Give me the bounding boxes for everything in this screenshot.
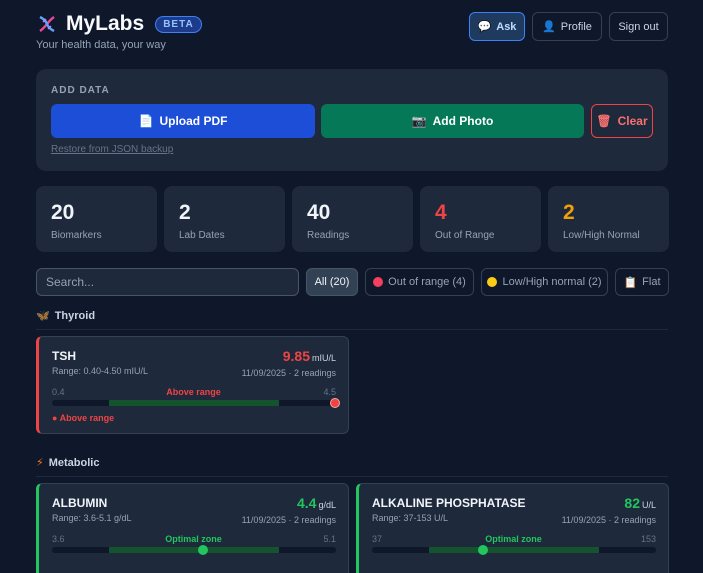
restore-json-link[interactable]: Restore from JSON backup bbox=[51, 144, 173, 155]
add-data-panel: ADD DATA 📄 Upload PDF 📷 Add Photo 🗑 Clea… bbox=[36, 69, 668, 171]
section-header-thyroid: 🦋 Thyroid bbox=[36, 309, 668, 330]
reference-range: Range: 0.40-4.50 mIU/L bbox=[52, 366, 149, 376]
stat-label: Out of Range bbox=[435, 230, 495, 241]
range-track bbox=[52, 545, 336, 555]
filter-bar: All (20) Out of range (4) Low/High norma… bbox=[36, 268, 669, 296]
clear-button[interactable]: 🗑 Clear bbox=[591, 104, 653, 138]
value-unit: g/dL bbox=[318, 500, 336, 510]
beta-badge: BETA bbox=[155, 15, 202, 33]
value-number: 82 bbox=[624, 495, 640, 511]
value-marker bbox=[477, 545, 488, 555]
stat-readings: 40 Readings bbox=[292, 186, 413, 252]
stat-value: 2 bbox=[179, 201, 191, 224]
stat-biomarkers: 20 Biomarkers bbox=[36, 186, 157, 252]
stat-low-high-normal: 2 Low/High Normal bbox=[548, 186, 669, 252]
red-dot-icon bbox=[373, 277, 384, 287]
filter-out-of-range-chip[interactable]: Out of range (4) bbox=[365, 268, 474, 296]
biomarker-value: 9.85 mIU/L bbox=[283, 348, 336, 364]
biomarker-name: ALKALINE PHOSPHATASE bbox=[372, 496, 526, 510]
range-min: 0.4 bbox=[52, 387, 65, 397]
value-unit: mIU/L bbox=[311, 353, 336, 363]
reading-date: 11/09/2025 · 2 readings bbox=[241, 515, 336, 525]
chip-label: Flat bbox=[642, 276, 661, 288]
yellow-dot-icon bbox=[487, 277, 498, 287]
add-photo-button[interactable]: 📷 Add Photo bbox=[321, 104, 584, 138]
clear-label: Clear bbox=[617, 114, 648, 128]
stat-label: Biomarkers bbox=[51, 230, 102, 241]
biomarker-name: TSH bbox=[52, 349, 76, 363]
biomarker-name: ALBUMIN bbox=[52, 496, 108, 510]
stats-row: 20 Biomarkers 2 Lab Dates 40 Readings 4 … bbox=[36, 186, 669, 252]
butterfly-icon: 🦋 bbox=[36, 310, 50, 322]
value-marker bbox=[330, 398, 340, 408]
value-unit: U/L bbox=[641, 500, 656, 510]
range-track bbox=[372, 545, 656, 555]
upload-pdf-button[interactable]: 📄 Upload PDF bbox=[51, 104, 315, 138]
upload-pdf-label: Upload PDF bbox=[159, 114, 228, 128]
optimal-band bbox=[428, 547, 600, 553]
value-number: 9.85 bbox=[282, 348, 310, 364]
lightning-icon: ⚡ bbox=[36, 457, 44, 469]
stat-value: 2 bbox=[563, 201, 575, 224]
optimal-band bbox=[108, 400, 280, 406]
chip-label: Low/High normal (2) bbox=[502, 276, 602, 288]
header: MyLabs BETA Your health data, your way 💬… bbox=[36, 12, 668, 56]
stat-out-of-range: 4 Out of Range bbox=[420, 186, 541, 252]
dna-icon bbox=[36, 13, 58, 35]
range-track bbox=[52, 398, 340, 408]
range-min: 37 bbox=[372, 534, 383, 544]
section-title: Thyroid bbox=[54, 309, 96, 322]
search-input[interactable] bbox=[36, 268, 299, 296]
range-min: 3.6 bbox=[52, 534, 65, 544]
reading-date: 11/09/2025 · 2 readings bbox=[241, 368, 336, 378]
stat-lab-dates: 2 Lab Dates bbox=[164, 186, 285, 252]
stat-value: 4 bbox=[435, 201, 447, 224]
chip-label: Out of range (4) bbox=[388, 276, 466, 288]
biomarker-card-tsh[interactable]: TSH Range: 0.40-4.50 mIU/L 9.85 mIU/L 11/… bbox=[36, 336, 349, 434]
stat-label: Low/High Normal bbox=[563, 230, 640, 241]
profile-label: Profile bbox=[560, 20, 592, 33]
filter-all-chip[interactable]: All (20) bbox=[306, 268, 358, 296]
header-actions: 💬 Ask 👤 Profile Sign out bbox=[469, 12, 668, 41]
ask-label: Ask bbox=[496, 20, 517, 33]
section-title: Metabolic bbox=[48, 456, 100, 469]
filter-flat-chip[interactable]: 📋 Flat bbox=[615, 268, 669, 296]
range-max: 153 bbox=[640, 534, 656, 544]
app-title: MyLabs bbox=[66, 12, 145, 35]
zone-label: Optimal zone bbox=[485, 534, 542, 544]
sign-out-button[interactable]: Sign out bbox=[609, 12, 668, 41]
document-icon: 📄 bbox=[138, 114, 154, 128]
biomarker-value: 82 U/L bbox=[624, 495, 656, 511]
trash-icon: 🗑 bbox=[596, 114, 612, 128]
reading-date: 11/09/2025 · 2 readings bbox=[561, 515, 656, 525]
stat-value: 40 bbox=[307, 201, 331, 224]
biomarker-card-albumin[interactable]: ALBUMIN Range: 3.6-5.1 g/dL 4.4 g/dL 11/0… bbox=[36, 483, 349, 573]
stat-label: Readings bbox=[307, 230, 350, 241]
range-max: 5.1 bbox=[323, 534, 336, 544]
reference-range: Range: 3.6-5.1 g/dL bbox=[52, 513, 132, 523]
value-number: 4.4 bbox=[297, 495, 317, 511]
add-data-label: ADD DATA bbox=[51, 85, 110, 96]
profile-button[interactable]: 👤 Profile bbox=[532, 12, 602, 41]
chat-bubble-icon: 💬 bbox=[477, 21, 492, 33]
add-photo-label: Add Photo bbox=[432, 114, 494, 128]
stat-value: 20 bbox=[51, 201, 75, 224]
filter-low-high-normal-chip[interactable]: Low/High normal (2) bbox=[481, 268, 608, 296]
camera-icon: 📷 bbox=[411, 114, 427, 128]
profile-icon: 👤 bbox=[542, 21, 556, 33]
reference-range: Range: 37-153 U/L bbox=[372, 513, 449, 523]
value-marker bbox=[197, 545, 208, 555]
ask-button[interactable]: 💬 Ask bbox=[469, 12, 525, 41]
status-flag: ● Above range bbox=[52, 413, 115, 423]
optimal-band bbox=[108, 547, 280, 553]
zone-label: Optimal zone bbox=[165, 534, 222, 544]
biomarker-value: 4.4 g/dL bbox=[297, 495, 336, 511]
zone-label: Above range bbox=[166, 387, 221, 397]
clipboard-icon: 📋 bbox=[623, 276, 638, 289]
range-max: 4.5 bbox=[323, 387, 336, 397]
stat-label: Lab Dates bbox=[179, 230, 225, 241]
biomarker-card-alkaline-phosphatase[interactable]: ALKALINE PHOSPHATASE Range: 37-153 U/L 8… bbox=[356, 483, 669, 573]
section-header-metabolic: ⚡ Metabolic bbox=[36, 456, 668, 477]
